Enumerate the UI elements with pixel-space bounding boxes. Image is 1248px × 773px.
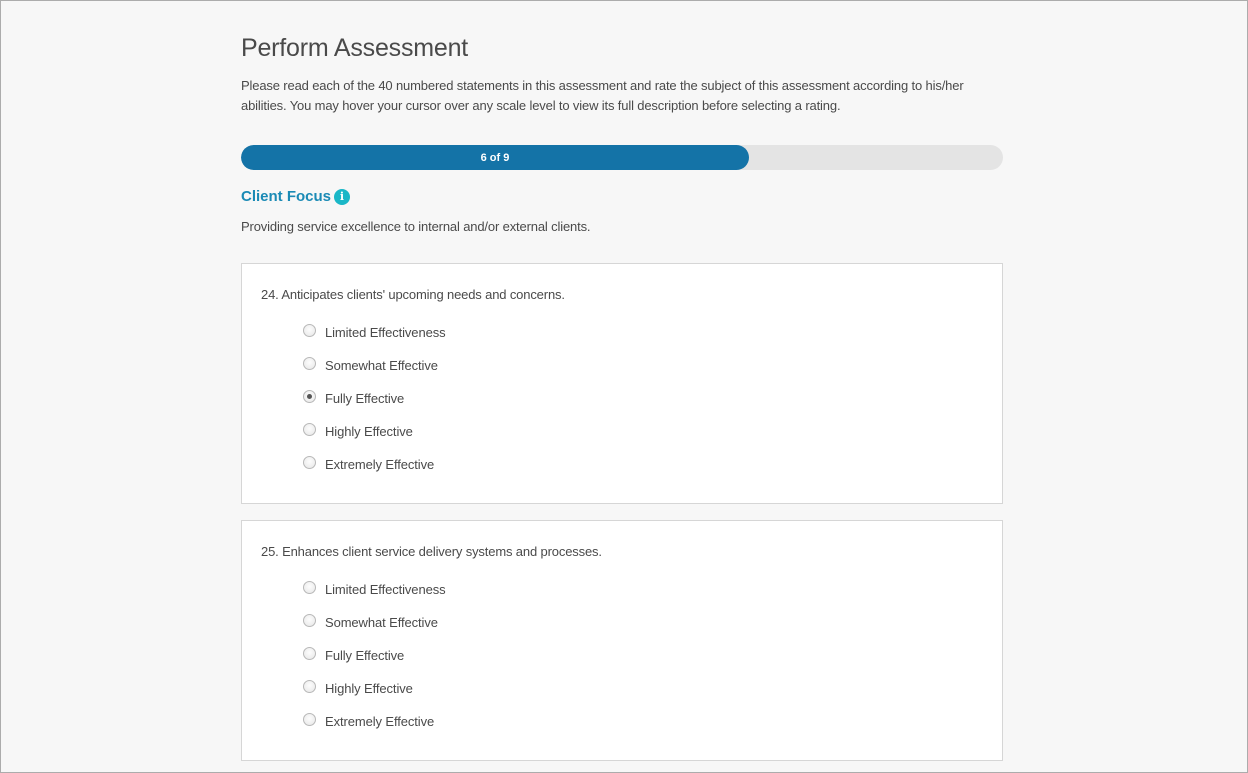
progress-fill: 6 of 9 [241,145,749,170]
progress-label: 6 of 9 [480,151,510,164]
rating-option-extremely[interactable]: Extremely Effective [303,448,446,481]
option-label: Highly Effective [325,681,413,696]
option-label: Somewhat Effective [325,358,438,373]
rating-option-somewhat[interactable]: Somewhat Effective [303,606,446,639]
rating-options: Limited Effectiveness Somewhat Effective… [303,316,446,481]
option-label: Fully Effective [325,648,405,663]
option-label: Extremely Effective [325,714,435,729]
option-label: Fully Effective [325,391,405,406]
rating-option-limited[interactable]: Limited Effectiveness [303,316,446,349]
question-text: 24. Anticipates clients' upcoming needs … [261,287,565,302]
option-label: Limited Effectiveness [325,325,446,340]
question-card: 24. Anticipates clients' upcoming needs … [241,263,1003,504]
option-label: Limited Effectiveness [325,582,446,597]
intro-text: Please read each of the 40 numbered stat… [241,78,964,113]
rating-option-highly[interactable]: Highly Effective [303,415,446,448]
rating-option-highly[interactable]: Highly Effective [303,672,446,705]
progress-bar: 6 of 9 [241,145,1003,170]
radio-button[interactable] [303,614,316,627]
radio-button[interactable] [303,713,316,726]
rating-option-extremely[interactable]: Extremely Effective [303,705,446,738]
page-title: Perform Assessment [241,34,469,62]
radio-button[interactable] [303,647,316,660]
section-heading: Client Focus i [241,188,351,205]
section-title: Client Focus [241,188,332,205]
question-text: 25. Enhances client service delivery sys… [261,544,602,559]
option-label: Somewhat Effective [325,615,438,630]
rating-option-somewhat[interactable]: Somewhat Effective [303,349,446,382]
radio-button[interactable] [303,680,316,693]
rating-option-limited[interactable]: Limited Effectiveness [303,573,446,606]
info-icon[interactable]: i [334,188,351,205]
radio-button[interactable] [303,456,316,469]
rating-options: Limited Effectiveness Somewhat Effective… [303,573,446,738]
rating-option-fully[interactable]: Fully Effective [303,639,446,672]
option-label: Extremely Effective [325,457,435,472]
section-description: Providing service excellence to internal… [241,219,591,234]
rating-option-fully[interactable]: Fully Effective [303,382,446,415]
radio-button[interactable] [303,423,316,436]
radio-button[interactable] [303,581,316,594]
radio-button[interactable] [303,324,316,337]
option-label: Highly Effective [325,424,413,439]
question-card: 25. Enhances client service delivery sys… [241,520,1003,761]
radio-button[interactable] [303,357,316,370]
radio-button[interactable] [303,390,316,403]
